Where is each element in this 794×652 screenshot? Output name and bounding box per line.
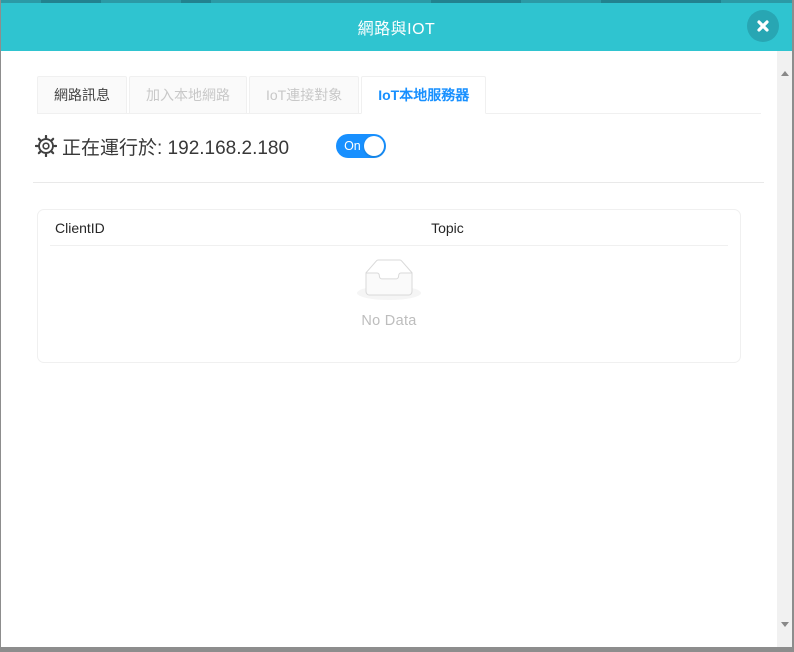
gear-icon bbox=[35, 135, 57, 157]
tab-join-local-network[interactable]: 加入本地網路 bbox=[129, 76, 247, 114]
tab-network-info[interactable]: 網路訊息 bbox=[37, 76, 127, 114]
empty-inbox-icon bbox=[357, 259, 421, 305]
table-empty-state: No Data bbox=[38, 246, 740, 329]
tab-iot-connections[interactable]: IoT連接對象 bbox=[249, 76, 359, 114]
section-divider bbox=[33, 182, 764, 183]
server-status-row: 正在運行於: 192.168.2.180 On bbox=[35, 131, 386, 161]
client-topic-table: ClientID Topic No bbox=[37, 209, 741, 363]
scrollbar-track[interactable] bbox=[777, 51, 792, 647]
scroll-down-arrow-icon bbox=[781, 622, 789, 642]
no-data-label: No Data bbox=[38, 313, 740, 329]
scroll-down-button[interactable] bbox=[777, 627, 792, 642]
server-running-text: 正在運行於: 192.168.2.180 bbox=[62, 133, 289, 160]
close-icon bbox=[756, 19, 770, 33]
switch-knob bbox=[364, 136, 384, 156]
switch-on-label: On bbox=[336, 140, 361, 153]
modal-window: 網路與IOT 網路訊息 加入本地網路 IoT連接對象 IoT本地服務器 bbox=[0, 0, 794, 652]
tab-iot-local-server[interactable]: IoT本地服務器 bbox=[361, 76, 486, 114]
column-header-topic: Topic bbox=[431, 220, 740, 236]
column-header-clientid: ClientID bbox=[38, 220, 431, 236]
scroll-up-arrow-icon bbox=[781, 56, 789, 76]
modal-header: 網路與IOT bbox=[1, 3, 792, 51]
close-button[interactable] bbox=[747, 10, 779, 42]
modal-body: 網路訊息 加入本地網路 IoT連接對象 IoT本地服務器 正在運行於: 1 bbox=[1, 51, 777, 647]
tab-bar: 網路訊息 加入本地網路 IoT連接對象 IoT本地服務器 bbox=[37, 76, 761, 114]
table-header-row: ClientID Topic bbox=[38, 210, 740, 245]
scroll-up-button[interactable] bbox=[777, 56, 792, 71]
server-toggle-switch[interactable]: On bbox=[336, 134, 386, 158]
modal-title: 網路與IOT bbox=[358, 15, 436, 39]
